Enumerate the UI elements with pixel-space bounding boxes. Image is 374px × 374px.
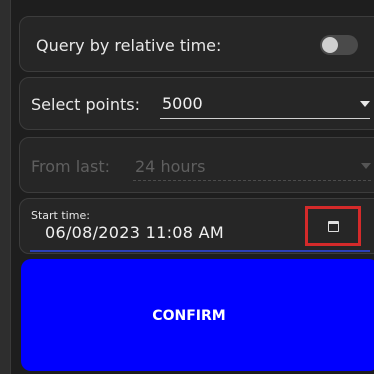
from-last-dropdown: 24 hours [133, 152, 371, 181]
confirm-label: CONFIRM [152, 308, 226, 324]
left-edge-strip [0, 0, 11, 374]
start-time-caption: Start time: [31, 209, 90, 222]
start-time-underline [30, 250, 370, 252]
select-points-label: Select points: [31, 95, 140, 114]
select-points-dropdown[interactable]: 5000 [160, 90, 370, 119]
select-points-value: 5000 [162, 94, 203, 113]
relative-time-row: Query by relative time: [19, 16, 374, 72]
from-last-row: From last: 24 hours [19, 137, 374, 193]
toggle-knob [322, 37, 338, 53]
calendar-icon [328, 221, 339, 232]
select-points-row: Select points: 5000 [19, 77, 374, 130]
start-time-input[interactable]: 06/08/2023 11:08 AM [45, 223, 224, 242]
chevron-down-icon [361, 163, 371, 169]
start-time-row: Start time: 06/08/2023 11:08 AM [19, 198, 374, 254]
relative-time-toggle[interactable] [320, 35, 358, 55]
from-last-value: 24 hours [135, 157, 206, 176]
relative-time-label: Query by relative time: [36, 36, 222, 55]
calendar-picker-button[interactable] [305, 206, 361, 246]
confirm-button[interactable]: CONFIRM [21, 259, 374, 371]
query-panel: Query by relative time: Select points: 5… [0, 0, 374, 374]
from-last-label: From last: [31, 157, 110, 176]
chevron-down-icon [360, 101, 370, 107]
